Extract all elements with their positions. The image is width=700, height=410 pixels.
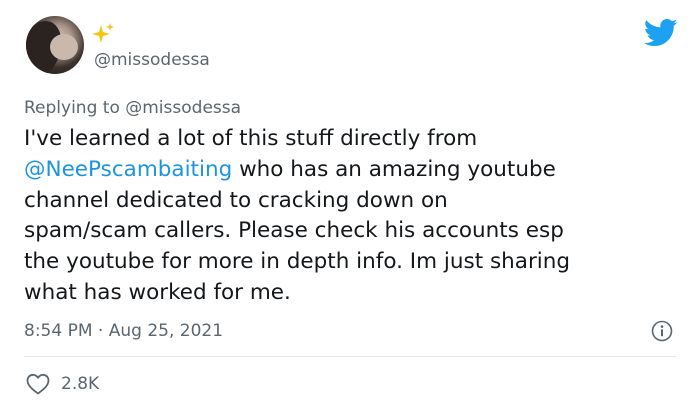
tweet-line: channel dedicated to cracking down on (24, 187, 448, 213)
replying-to-label: Replying to (24, 98, 120, 118)
mention-link[interactable]: @NeePscambaiting (24, 157, 232, 182)
tweet-time: 8:54 PM (24, 321, 93, 341)
tweet-line: I've learned a lot of this stuff directl… (24, 126, 478, 151)
tweet-card: @missodessa Replying to @missodessa I've… (0, 0, 700, 410)
like-button[interactable]: 2.8K (24, 372, 99, 396)
like-count: 2.8K (61, 374, 100, 394)
tweet-date: Aug 25, 2021 (108, 321, 224, 341)
tweet-line: @NeePscambaiting who has an amazing yout… (24, 155, 684, 186)
tweet-line-text: who has an amazing youtube (232, 156, 556, 182)
avatar-face (50, 34, 78, 60)
tweet-line: spam/scam callers. Please check his acco… (24, 218, 564, 244)
twitter-bird-icon[interactable] (644, 18, 678, 48)
tweet-line: what has worked for me. (24, 279, 291, 305)
avatar[interactable] (26, 16, 84, 74)
replying-to: Replying to @missodessa (24, 97, 241, 119)
replying-to-mention[interactable]: @missodessa (125, 98, 241, 118)
tweet-line: the youtube for more in depth info. Im j… (24, 249, 571, 275)
heart-icon (26, 373, 50, 395)
divider (24, 356, 676, 357)
user-handle[interactable]: @missodessa (94, 49, 210, 71)
meta-separator: · (92, 321, 109, 341)
tweet-timestamp[interactable]: 8:54 PM · Aug 25, 2021 (24, 320, 223, 342)
sparkle-icon (92, 23, 114, 43)
tweet-text: I've learned a lot of this stuff directl… (24, 124, 684, 309)
info-icon[interactable] (651, 320, 673, 342)
